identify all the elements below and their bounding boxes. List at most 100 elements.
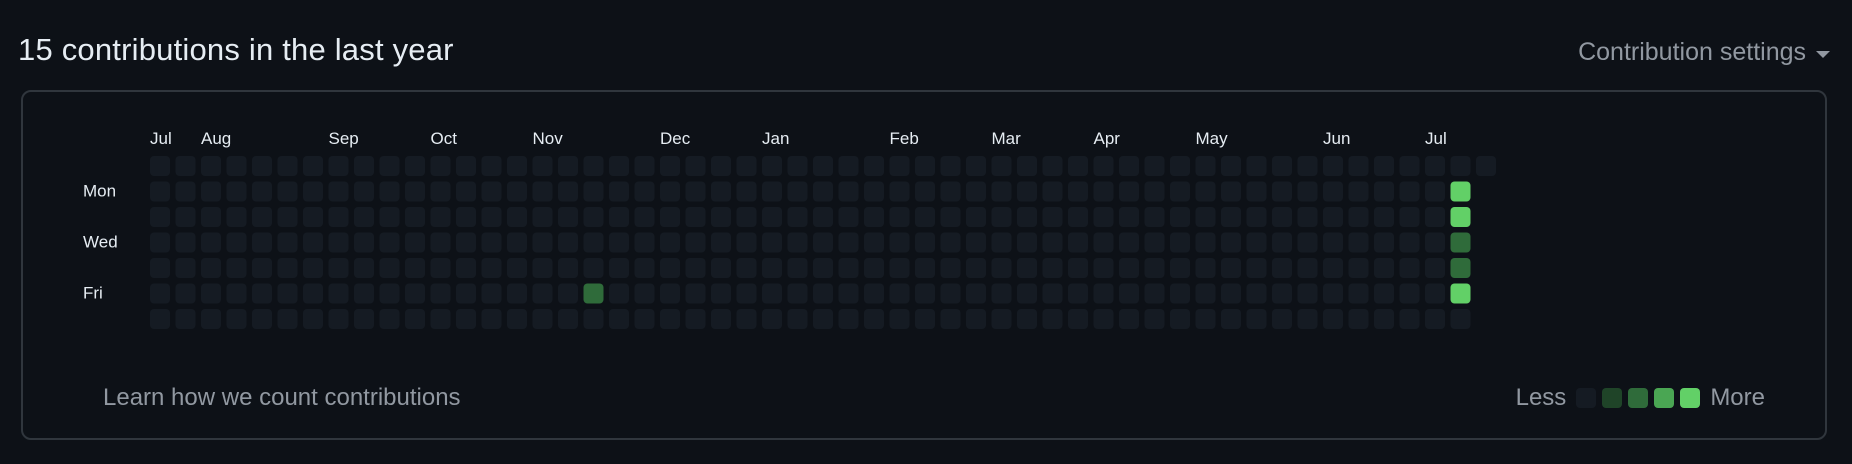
contribution-day[interactable] xyxy=(1093,156,1114,176)
contribution-day[interactable] xyxy=(1170,207,1190,227)
contribution-day-active[interactable] xyxy=(583,283,604,304)
contribution-day[interactable] xyxy=(1348,232,1369,253)
contribution-day[interactable] xyxy=(736,232,757,253)
contribution-day[interactable] xyxy=(1374,156,1394,176)
contribution-day[interactable] xyxy=(328,283,349,304)
contribution-day[interactable] xyxy=(277,309,298,329)
contribution-day[interactable] xyxy=(813,283,833,304)
contribution-day[interactable] xyxy=(915,309,935,329)
contribution-day[interactable] xyxy=(328,181,349,202)
contribution-day[interactable] xyxy=(1476,156,1496,176)
contribution-day[interactable] xyxy=(1246,181,1267,202)
contribution-day[interactable] xyxy=(1068,283,1088,304)
contribution-day[interactable] xyxy=(1297,156,1318,176)
contribution-day[interactable] xyxy=(1272,283,1292,304)
contribution-day[interactable] xyxy=(558,309,578,329)
contribution-day[interactable] xyxy=(1246,207,1267,227)
contribution-day[interactable] xyxy=(889,258,910,278)
contribution-day[interactable] xyxy=(966,181,986,202)
contribution-day[interactable] xyxy=(558,283,578,304)
contribution-day[interactable] xyxy=(303,181,323,202)
contribution-day[interactable] xyxy=(1017,309,1037,329)
contribution-day[interactable] xyxy=(609,309,629,329)
contribution-day[interactable] xyxy=(787,207,808,227)
contribution-day[interactable] xyxy=(762,309,782,329)
contribution-day[interactable] xyxy=(456,283,476,304)
contribution-day[interactable] xyxy=(354,207,374,227)
contribution-day[interactable] xyxy=(813,309,833,329)
contribution-day[interactable] xyxy=(1348,258,1369,278)
contribution-day[interactable] xyxy=(456,232,476,253)
contribution-day[interactable] xyxy=(889,232,910,253)
contribution-day[interactable] xyxy=(1374,309,1394,329)
contribution-day[interactable] xyxy=(685,232,706,253)
contribution-day[interactable] xyxy=(583,181,604,202)
contribution-day[interactable] xyxy=(1068,232,1088,253)
contribution-day[interactable] xyxy=(1246,232,1267,253)
contribution-day[interactable] xyxy=(864,283,884,304)
contribution-day[interactable] xyxy=(226,181,247,202)
contribution-day[interactable] xyxy=(1170,232,1190,253)
contribution-day[interactable] xyxy=(1374,207,1394,227)
contribution-day[interactable] xyxy=(1195,309,1216,329)
contribution-day[interactable] xyxy=(1272,258,1292,278)
contribution-day[interactable] xyxy=(991,156,1012,176)
contribution-day[interactable] xyxy=(762,207,782,227)
contribution-day[interactable] xyxy=(1170,258,1190,278)
contribution-day[interactable] xyxy=(558,232,578,253)
contribution-day[interactable] xyxy=(864,309,884,329)
contribution-day[interactable] xyxy=(1144,283,1165,304)
contribution-day[interactable] xyxy=(736,309,757,329)
contribution-day[interactable] xyxy=(762,232,782,253)
contribution-day[interactable] xyxy=(762,156,782,176)
contribution-day[interactable] xyxy=(991,283,1012,304)
contribution-day[interactable] xyxy=(507,283,527,304)
contribution-day[interactable] xyxy=(634,283,655,304)
contribution-day[interactable] xyxy=(787,232,808,253)
contribution-day[interactable] xyxy=(915,258,935,278)
contribution-day[interactable] xyxy=(1399,156,1420,176)
contribution-day[interactable] xyxy=(201,258,221,278)
contribution-day[interactable] xyxy=(379,232,400,253)
contribution-day[interactable] xyxy=(1195,181,1216,202)
contribution-day[interactable] xyxy=(507,258,527,278)
contribution-day[interactable] xyxy=(685,283,706,304)
contribution-day[interactable] xyxy=(1068,309,1088,329)
contribution-day[interactable] xyxy=(991,181,1012,202)
contribution-day[interactable] xyxy=(1119,207,1139,227)
contribution-day[interactable] xyxy=(660,156,680,176)
contribution-day[interactable] xyxy=(966,309,986,329)
contribution-day[interactable] xyxy=(430,258,451,278)
contribution-day[interactable] xyxy=(303,232,323,253)
contribution-day[interactable] xyxy=(1042,258,1063,278)
contribution-day[interactable] xyxy=(405,156,425,176)
contribution-day[interactable] xyxy=(660,258,680,278)
contribution-day[interactable] xyxy=(1017,156,1037,176)
contribution-day[interactable] xyxy=(736,156,757,176)
contribution-day[interactable] xyxy=(532,232,553,253)
contribution-day[interactable] xyxy=(252,309,272,329)
contribution-day[interactable] xyxy=(430,207,451,227)
contribution-day[interactable] xyxy=(660,309,680,329)
contribution-day[interactable] xyxy=(1093,181,1114,202)
contribution-day[interactable] xyxy=(456,258,476,278)
contribution-day[interactable] xyxy=(966,283,986,304)
contribution-day[interactable] xyxy=(1425,283,1445,304)
contribution-day[interactable] xyxy=(1399,258,1420,278)
contribution-day[interactable] xyxy=(889,309,910,329)
contribution-day[interactable] xyxy=(915,232,935,253)
contribution-day[interactable] xyxy=(1144,232,1165,253)
contribution-day[interactable] xyxy=(277,283,298,304)
contribution-day[interactable] xyxy=(328,258,349,278)
contribution-day[interactable] xyxy=(1119,309,1139,329)
contribution-day[interactable] xyxy=(252,232,272,253)
contribution-day[interactable] xyxy=(1042,232,1063,253)
contribution-day[interactable] xyxy=(303,283,323,304)
contribution-day[interactable] xyxy=(940,283,961,304)
contribution-day[interactable] xyxy=(940,156,961,176)
contribution-day[interactable] xyxy=(1017,181,1037,202)
contribution-day-active[interactable] xyxy=(1450,207,1471,227)
contribution-day[interactable] xyxy=(1093,283,1114,304)
contribution-day[interactable] xyxy=(481,309,502,329)
contribution-day-active[interactable] xyxy=(1450,232,1471,253)
